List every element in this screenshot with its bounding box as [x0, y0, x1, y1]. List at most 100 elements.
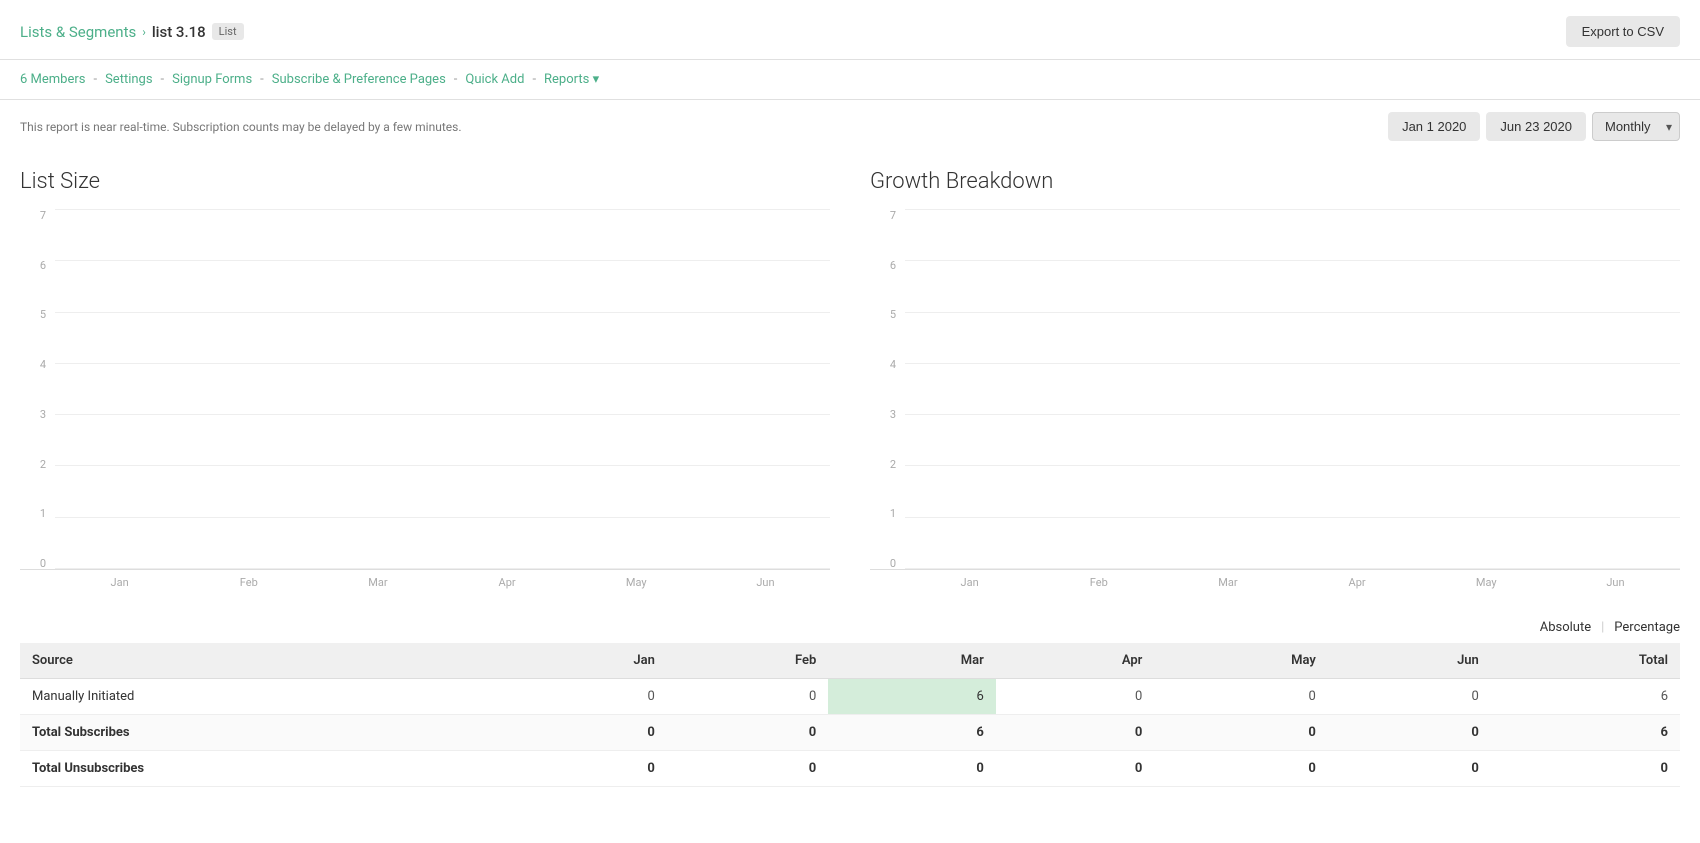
date-controls: Jan 1 2020 Jun 23 2020 Monthly Daily Wee…: [1388, 112, 1680, 141]
table-cell: 0: [667, 679, 828, 715]
table-section: Absolute | Percentage SourceJanFebMarApr…: [0, 610, 1700, 817]
table-header-cell: May: [1154, 643, 1328, 679]
table-cell: 6: [828, 715, 996, 751]
table-cell: 0: [1328, 715, 1491, 751]
breadcrumb-lists-link[interactable]: Lists & Segments: [20, 23, 136, 41]
table-cell: 0: [505, 679, 667, 715]
table-body: Manually Initiated0060006Total Subscribe…: [20, 679, 1680, 787]
nav-quick-add[interactable]: Quick Add: [465, 72, 524, 87]
table-cell: 0: [996, 715, 1155, 751]
x-axis-label: Jan: [55, 576, 184, 589]
breadcrumb-arrow: ›: [142, 25, 146, 39]
table-cell: 0: [667, 751, 828, 787]
x-axis-label: May: [572, 576, 701, 589]
report-note: This report is near real-time. Subscript…: [20, 120, 462, 134]
breadcrumb-current: list 3.18: [152, 23, 206, 41]
growth-title: Growth Breakdown: [870, 153, 1680, 194]
table-cell: 0: [1154, 715, 1328, 751]
list-size-chart: List Size 76543210 JanFebMarAprMayJun: [20, 153, 830, 610]
absolute-link[interactable]: Absolute: [1540, 620, 1591, 635]
table-cell: 6: [828, 679, 996, 715]
nav-signup-forms[interactable]: Signup Forms: [172, 72, 252, 87]
x-axis-label: Jun: [701, 576, 830, 589]
table-controls: Absolute | Percentage: [20, 610, 1680, 643]
y-axis-label: 4: [20, 359, 50, 370]
start-date-button[interactable]: Jan 1 2020: [1388, 112, 1480, 141]
table-cell: 0: [505, 715, 667, 751]
period-select[interactable]: Monthly Daily Weekly: [1592, 112, 1680, 141]
y-axis-label: 0: [870, 558, 900, 569]
table-cell: 0: [1328, 751, 1491, 787]
charts-row: List Size 76543210 JanFebMarAprMayJun Gr…: [0, 153, 1700, 610]
nav-subscribe-preference[interactable]: Subscribe & Preference Pages: [272, 72, 446, 87]
y-axis-label: 6: [20, 260, 50, 271]
growth-chart-area: 76543210 JanFebMarAprMayJun: [870, 210, 1680, 610]
table-cell: 0: [1154, 679, 1328, 715]
breadcrumb: Lists & Segments › list 3.18 List: [20, 23, 244, 41]
y-axis-label: 1: [870, 508, 900, 519]
table-header-row: SourceJanFebMarAprMayJunTotal: [20, 643, 1680, 679]
nav-bar: 6 Members - Settings - Signup Forms - Su…: [0, 60, 1700, 100]
nav-settings[interactable]: Settings: [105, 72, 152, 87]
x-axis-label: Apr: [443, 576, 572, 589]
growth-y-axis: 76543210: [870, 210, 900, 569]
x-axis-label: Jan: [905, 576, 1034, 589]
nav-sep-5: -: [532, 72, 536, 87]
table-header-cell: Jan: [505, 643, 667, 679]
table-cell: 0: [1328, 679, 1491, 715]
breadcrumb-badge: List: [212, 23, 244, 40]
x-axis-label: Mar: [1163, 576, 1292, 589]
table-header-cell: Source: [20, 643, 505, 679]
y-axis-label: 3: [20, 409, 50, 420]
nav-sep-1: -: [93, 72, 97, 87]
table-cell: Total Subscribes: [20, 715, 505, 751]
y-axis-label: 6: [870, 260, 900, 271]
table-cell: 0: [1491, 751, 1680, 787]
list-size-title: List Size: [20, 153, 830, 194]
chart-divider: [830, 153, 870, 610]
table-control-sep: |: [1601, 620, 1604, 635]
y-axis-label: 2: [870, 459, 900, 470]
table-cell: 6: [1491, 715, 1680, 751]
table-cell: 0: [996, 751, 1155, 787]
table-header-cell: Apr: [996, 643, 1155, 679]
table-row: Total Unsubscribes0000000: [20, 751, 1680, 787]
top-bar: Lists & Segments › list 3.18 List Export…: [0, 0, 1700, 60]
table-cell: Total Unsubscribes: [20, 751, 505, 787]
end-date-button[interactable]: Jun 23 2020: [1486, 112, 1586, 141]
growth-chart-inner: 76543210: [870, 210, 1680, 570]
table-cell: 0: [505, 751, 667, 787]
table-cell: Manually Initiated: [20, 679, 505, 715]
table-row: Manually Initiated0060006: [20, 679, 1680, 715]
growth-chart: Growth Breakdown 76543210 JanFebMarAprMa…: [870, 153, 1680, 610]
export-csv-button[interactable]: Export to CSV: [1566, 16, 1680, 47]
growth-bars: [905, 210, 1680, 569]
list-size-chart-area: 76543210 JanFebMarAprMayJun: [20, 210, 830, 610]
table-cell: 0: [667, 715, 828, 751]
period-select-wrapper: Monthly Daily Weekly: [1592, 112, 1680, 141]
y-axis-label: 2: [20, 459, 50, 470]
y-axis-label: 5: [20, 309, 50, 320]
x-axis-label: May: [1422, 576, 1551, 589]
list-size-x-axis: JanFebMarAprMayJun: [55, 570, 830, 589]
y-axis-label: 4: [870, 359, 900, 370]
percentage-link[interactable]: Percentage: [1614, 620, 1680, 635]
x-axis-label: Jun: [1551, 576, 1680, 589]
growth-x-axis: JanFebMarAprMayJun: [905, 570, 1680, 589]
table-cell: 0: [1154, 751, 1328, 787]
list-size-bars: [55, 210, 830, 569]
y-axis-label: 7: [870, 210, 900, 221]
table-cell: 6: [1491, 679, 1680, 715]
nav-members[interactable]: 6 Members: [20, 72, 85, 87]
table-header-cell: Total: [1491, 643, 1680, 679]
x-axis-label: Apr: [1293, 576, 1422, 589]
list-size-chart-inner: 76543210: [20, 210, 830, 570]
nav-sep-4: -: [454, 72, 458, 87]
y-axis-label: 1: [20, 508, 50, 519]
nav-sep-3: -: [260, 72, 264, 87]
x-axis-label: Feb: [184, 576, 313, 589]
x-axis-label: Mar: [313, 576, 442, 589]
report-bar: This report is near real-time. Subscript…: [0, 100, 1700, 153]
y-axis-label: 0: [20, 558, 50, 569]
nav-reports[interactable]: Reports ▾: [544, 72, 599, 87]
